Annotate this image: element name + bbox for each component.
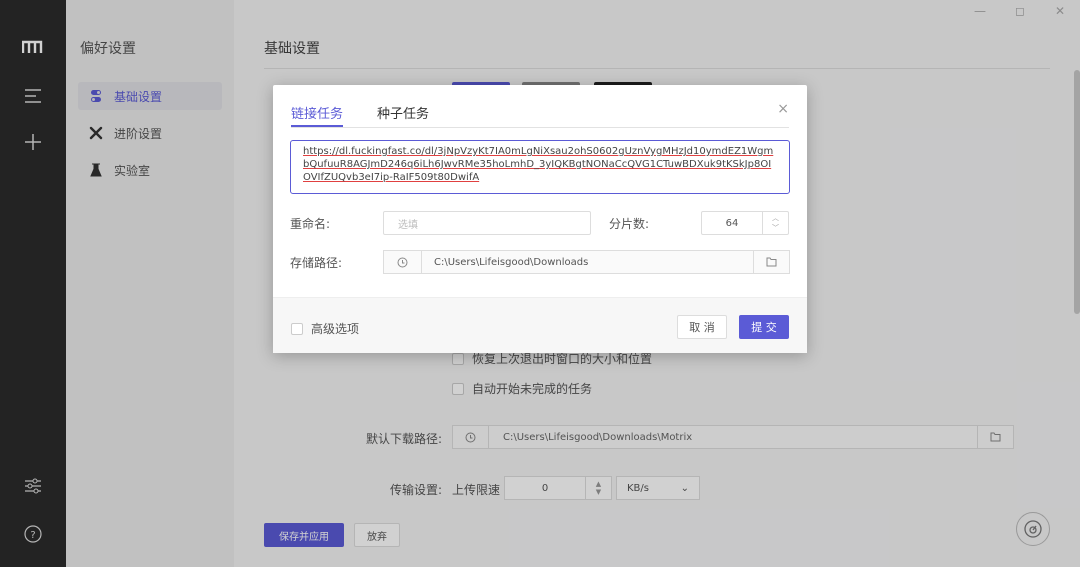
advanced-label: 高级选项 [311, 322, 360, 336]
split-value: 64 [725, 217, 739, 229]
dialog-footer: 高级选项 取 消 提 交 [273, 297, 807, 353]
chevron-up-icon[interactable]: ︿ [772, 213, 779, 223]
advanced-option[interactable]: 高级选项 [291, 320, 359, 337]
add-task-dialog: 链接任务 种子任务 × https://dl.fuckingfast.co/dl… [273, 85, 807, 353]
chevron-down-icon[interactable]: ﹀ [772, 223, 779, 233]
url-textarea[interactable]: https://dl.fuckingfast.co/dl/3jNpVzyKt7I… [290, 140, 790, 194]
dir-field[interactable]: C:\Users\Lifeisgood\Downloads [383, 250, 790, 274]
url-text: https://dl.fuckingfast.co/dl/3jNpVzyKt7I… [303, 146, 774, 183]
dir-value: C:\Users\Lifeisgood\Downloads [434, 256, 589, 268]
stepper-buttons[interactable]: ︿ ﹀ [762, 212, 788, 234]
tab-torrent-task[interactable]: 种子任务 [377, 103, 429, 127]
dir-label: 存储路径: [290, 256, 343, 270]
cancel-button[interactable]: 取 消 [677, 315, 727, 339]
rename-input[interactable]: 选填 [383, 211, 591, 235]
advanced-checkbox[interactable] [291, 322, 303, 335]
tab-link-task[interactable]: 链接任务 [291, 103, 344, 127]
submit-button[interactable]: 提 交 [739, 315, 789, 339]
close-icon[interactable]: × [777, 101, 789, 117]
history-icon[interactable] [384, 251, 422, 273]
folder-icon[interactable] [753, 251, 789, 273]
task-tabs: 链接任务 种子任务 [291, 103, 789, 128]
split-stepper[interactable]: 64 ︿ ﹀ [701, 211, 789, 235]
split-label: 分片数: [609, 217, 650, 231]
rename-label: 重命名: [290, 217, 331, 231]
